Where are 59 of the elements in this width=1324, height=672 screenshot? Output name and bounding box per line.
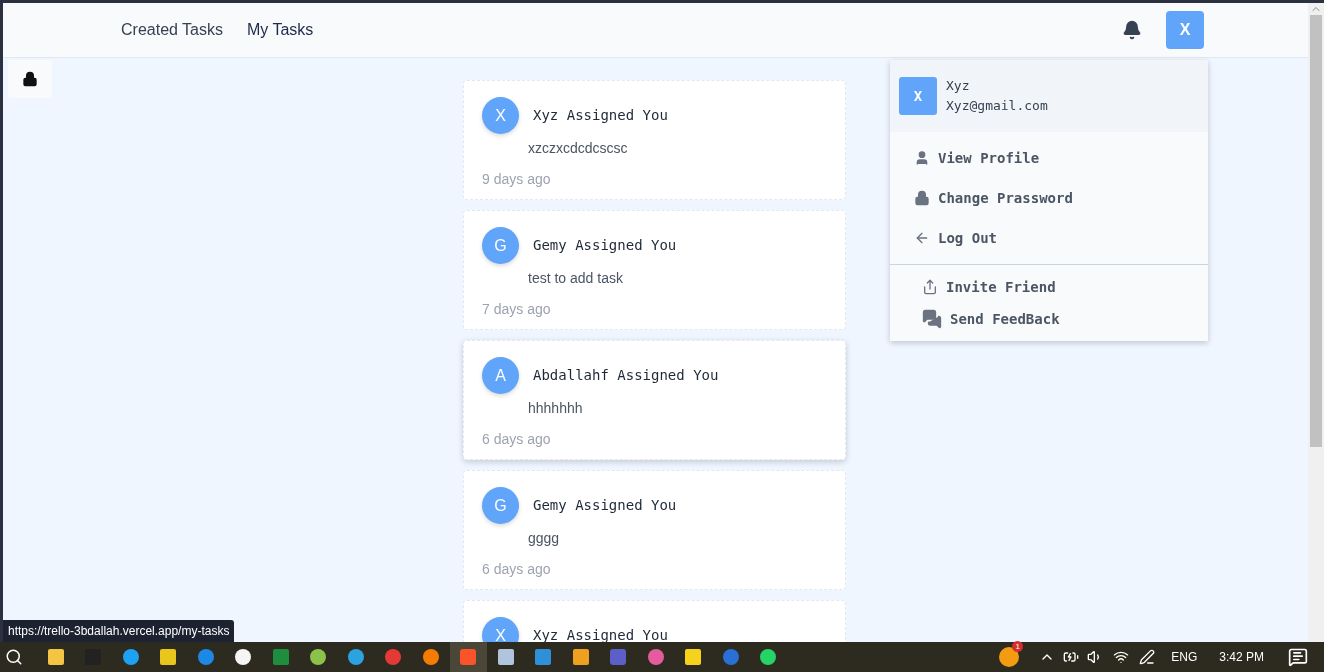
task-card[interactable]: G Gemy Assigned You gggg 6 days ago <box>463 470 846 590</box>
task-title: Abdallahf Assigned You <box>533 366 719 385</box>
task-card[interactable]: A Abdallahf Assigned You hhhhhhh 6 days ago <box>463 340 846 460</box>
search-icon[interactable] <box>5 648 23 666</box>
nav-link[interactable]: My Tasks <box>247 18 314 42</box>
task-title: Gemy Assigned You <box>533 236 677 255</box>
app-icon[interactable] <box>235 649 252 665</box>
task-title: Gemy Assigned You <box>533 496 677 515</box>
notification-badge: 1 <box>1012 641 1024 652</box>
task-time: 9 days ago <box>482 170 552 189</box>
lock-icon <box>914 190 930 206</box>
scroll-thumb[interactable] <box>1310 15 1322 447</box>
app-icon[interactable] <box>760 649 777 665</box>
share-icon <box>922 279 938 295</box>
task-card[interactable]: G Gemy Assigned You test to add task 7 days ago <box>463 210 846 330</box>
menu-item[interactable]: Change Prassword <box>914 188 1184 208</box>
menu-item[interactable]: View Profile <box>914 148 1184 168</box>
clock[interactable]: 3:42 PM <box>1219 648 1264 666</box>
task-description: test to add task <box>528 269 624 288</box>
avatar: G <box>482 487 519 524</box>
app-icon[interactable] <box>572 649 589 665</box>
status-url: https://trello-3bdallah.vercel.app/my-tasks <box>3 620 235 642</box>
notifications-icon[interactable] <box>1288 647 1308 667</box>
task-description: xzczxcdcdcscsc <box>528 139 629 158</box>
app-icon[interactable] <box>497 649 514 665</box>
menu-item[interactable]: Invite Friend <box>922 277 1176 297</box>
app-icon[interactable] <box>422 649 439 665</box>
avatar: X <box>482 97 519 134</box>
avatar: X <box>482 617 519 642</box>
battery-icon[interactable] <box>1063 649 1080 665</box>
task-time: 7 days ago <box>482 300 552 319</box>
avatar: G <box>482 227 519 264</box>
task-title: Xyz Assigned You <box>533 106 668 125</box>
task-description: gggg <box>528 529 561 548</box>
language-indicator[interactable]: ENG <box>1171 648 1198 666</box>
chat-bubbles-icon <box>922 309 942 329</box>
lock-icon <box>22 71 38 87</box>
pen-icon[interactable] <box>1139 649 1156 665</box>
task-time: 6 days ago <box>482 560 552 579</box>
lock-button[interactable] <box>8 60 52 98</box>
task-card[interactable]: X Xyz Assigned You xzczxcdcdcscsc 9 days ago <box>463 80 846 200</box>
app-icon[interactable] <box>685 649 702 665</box>
person-icon <box>914 150 930 166</box>
nav-link[interactable]: Created Tasks <box>121 18 223 42</box>
avatar: X <box>899 77 937 115</box>
scrollbar[interactable] <box>1308 3 1324 642</box>
app-icon[interactable] <box>310 649 327 665</box>
wifi-icon[interactable] <box>1113 649 1130 665</box>
avatar: A <box>482 357 519 394</box>
user-name: Xyz <box>946 77 971 95</box>
app-icon[interactable] <box>160 649 177 665</box>
folder-icon[interactable] <box>47 649 64 665</box>
menu-item[interactable]: Log Out <box>914 228 1184 248</box>
user-email: Xyz@gmail.com <box>946 97 1048 115</box>
bell-icon[interactable] <box>1122 20 1142 40</box>
task-description: hhhhhhh <box>528 399 584 418</box>
menu-item[interactable]: Send FeedBack <box>922 309 1176 329</box>
task-time: 6 days ago <box>482 430 552 449</box>
weather-icon[interactable] <box>999 647 1020 667</box>
